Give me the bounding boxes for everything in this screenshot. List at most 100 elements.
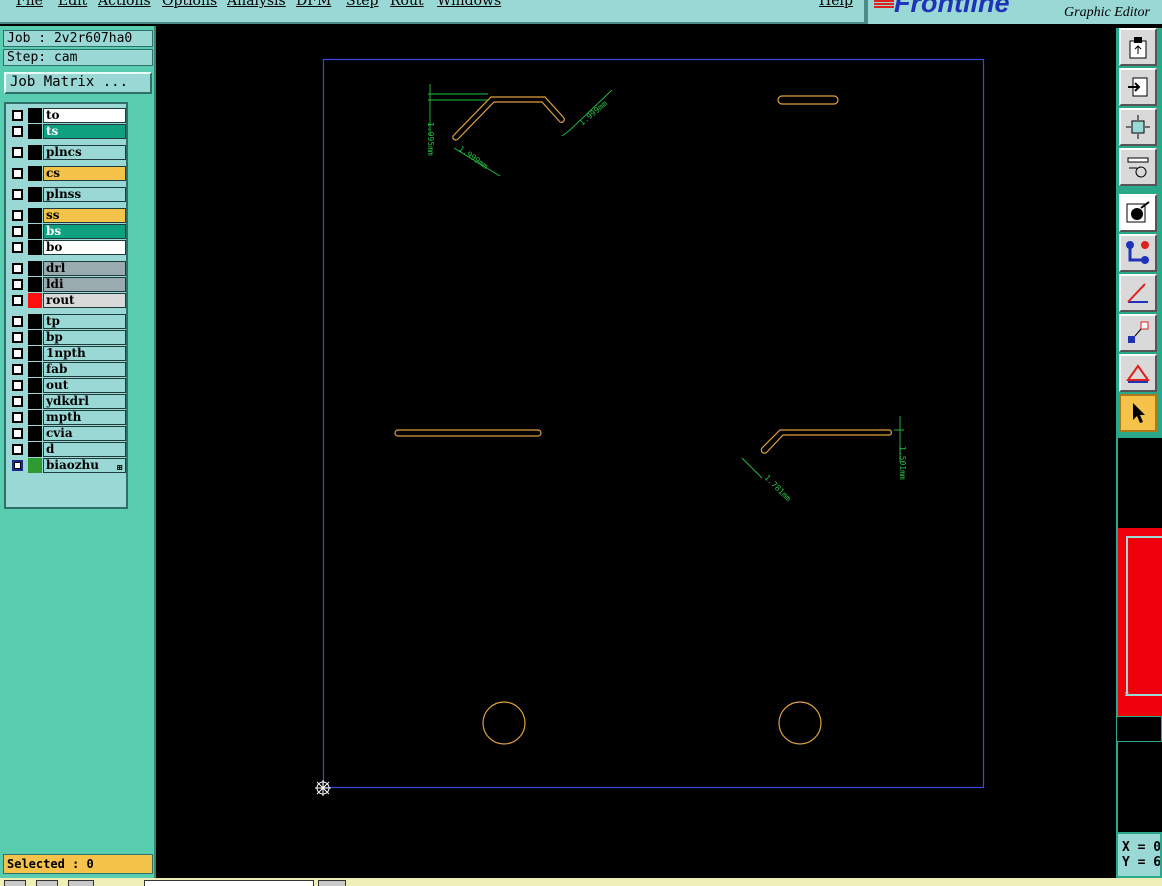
paste-tool-button[interactable] xyxy=(1119,28,1157,66)
select-mode-tool-button[interactable] xyxy=(1119,314,1157,352)
bottom-button-3[interactable] xyxy=(68,880,94,886)
layer-name[interactable]: to xyxy=(43,108,126,123)
layer-checkbox[interactable] xyxy=(12,460,23,471)
layer-row-1npth[interactable]: 1npth xyxy=(8,346,126,361)
bottom-button-1[interactable] xyxy=(4,880,26,886)
layer-name[interactable]: cvia xyxy=(43,426,126,441)
menu-windows[interactable]: Windows xyxy=(437,0,501,9)
layer-color-swatch[interactable] xyxy=(28,426,42,441)
layer-color-swatch[interactable] xyxy=(28,442,42,457)
layer-row-ss[interactable]: ss xyxy=(8,208,126,223)
layer-name[interactable]: biaozhu ⊞ xyxy=(43,458,126,473)
graphic-canvas[interactable]: 1.999mm 1.995mm 1.999mm 1.501mm 1.781mm xyxy=(158,26,1116,878)
layer-checkbox[interactable] xyxy=(12,332,23,343)
layer-name[interactable]: out xyxy=(43,378,126,393)
layer-checkbox[interactable] xyxy=(12,110,23,121)
layer-color-swatch[interactable] xyxy=(28,410,42,425)
angle-measure-tool-button[interactable] xyxy=(1119,274,1157,312)
layer-checkbox[interactable] xyxy=(12,279,23,290)
layer-checkbox[interactable] xyxy=(12,412,23,423)
layer-name[interactable]: ss xyxy=(43,208,126,223)
layer-name[interactable]: bp xyxy=(43,330,126,345)
layer-name[interactable]: plncs xyxy=(43,145,126,160)
job-matrix-button[interactable]: Job Matrix ... xyxy=(4,72,152,94)
layer-checkbox[interactable] xyxy=(12,348,23,359)
layer-row-d[interactable]: d xyxy=(8,442,126,457)
layer-checkbox[interactable] xyxy=(12,242,23,253)
layer-checkbox[interactable] xyxy=(12,147,23,158)
menu-file[interactable]: File xyxy=(16,0,43,9)
bottom-input[interactable] xyxy=(144,880,314,886)
layer-row-biaozhu[interactable]: biaozhu ⊞ xyxy=(8,458,126,473)
layer-row-to[interactable]: to xyxy=(8,108,126,123)
menu-help[interactable]: Help xyxy=(819,0,853,9)
layer-color-swatch[interactable] xyxy=(28,240,42,255)
layer-checkbox[interactable] xyxy=(12,126,23,137)
layer-checkbox[interactable] xyxy=(12,263,23,274)
layer-checkbox[interactable] xyxy=(12,380,23,391)
snap-tool-button[interactable] xyxy=(1119,194,1157,232)
layer-color-swatch[interactable] xyxy=(28,108,42,123)
layer-row-ldi[interactable]: ldi xyxy=(8,277,126,292)
layer-color-swatch[interactable] xyxy=(28,378,42,393)
menu-edit[interactable]: Edit xyxy=(58,0,87,9)
connect-tool-button[interactable] xyxy=(1119,234,1157,272)
layer-row-cs[interactable]: cs xyxy=(8,166,126,181)
layer-checkbox[interactable] xyxy=(12,295,23,306)
layer-row-ydkdrl[interactable]: ydkdrl xyxy=(8,394,126,409)
layer-checkbox[interactable] xyxy=(12,210,23,221)
layer-color-swatch[interactable] xyxy=(28,277,42,292)
layer-name[interactable]: plnss xyxy=(43,187,126,202)
layer-row-plnss[interactable]: plnss xyxy=(8,187,126,202)
layer-color-swatch[interactable] xyxy=(28,394,42,409)
layer-color-swatch[interactable] xyxy=(28,314,42,329)
layer-name[interactable]: ldi xyxy=(43,277,126,292)
layer-name[interactable]: d xyxy=(43,442,126,457)
menu-options[interactable]: Options xyxy=(162,0,217,9)
measure-tool-button[interactable] xyxy=(1119,148,1157,186)
layer-checkbox[interactable] xyxy=(12,396,23,407)
bottom-button-4[interactable] xyxy=(318,880,346,886)
pointer-tool-button[interactable] xyxy=(1119,394,1157,432)
layer-color-swatch[interactable] xyxy=(28,458,42,473)
layer-row-bp[interactable]: bp xyxy=(8,330,126,345)
layer-checkbox[interactable] xyxy=(12,444,23,455)
layer-color-swatch[interactable] xyxy=(28,261,42,276)
layer-name[interactable]: ts xyxy=(43,124,126,139)
layer-row-bs[interactable]: bs xyxy=(8,224,126,239)
menu-actions[interactable]: Actions xyxy=(98,0,151,9)
layer-name[interactable]: tp xyxy=(43,314,126,329)
menu-dfm[interactable]: DFM xyxy=(296,0,331,9)
layer-color-swatch[interactable] xyxy=(28,208,42,223)
layer-row-ts[interactable]: ts xyxy=(8,124,126,139)
layer-checkbox[interactable] xyxy=(12,428,23,439)
layer-checkbox[interactable] xyxy=(12,189,23,200)
layer-name[interactable]: bs xyxy=(43,224,126,239)
fit-screen-tool-button[interactable] xyxy=(1119,108,1157,146)
triangle-tool-button[interactable] xyxy=(1119,354,1157,392)
layer-row-mpth[interactable]: mpth xyxy=(8,410,126,425)
layer-color-swatch[interactable] xyxy=(28,187,42,202)
layer-color-swatch[interactable] xyxy=(28,124,42,139)
layer-color-swatch[interactable] xyxy=(28,293,42,308)
layer-color-swatch[interactable] xyxy=(28,166,42,181)
layer-row-cvia[interactable]: cvia xyxy=(8,426,126,441)
layer-checkbox[interactable] xyxy=(12,168,23,179)
layer-row-bo[interactable]: bo xyxy=(8,240,126,255)
layer-color-swatch[interactable] xyxy=(28,224,42,239)
layer-row-out[interactable]: out xyxy=(8,378,126,393)
menu-step[interactable]: Step xyxy=(346,0,378,9)
menu-rout[interactable]: Rout xyxy=(390,0,424,9)
layer-row-plncs[interactable]: plncs xyxy=(8,145,126,160)
layer-color-swatch[interactable] xyxy=(28,362,42,377)
layer-color-swatch[interactable] xyxy=(28,145,42,160)
layer-name[interactable]: mpth xyxy=(43,410,126,425)
layer-checkbox[interactable] xyxy=(12,364,23,375)
layer-row-tp[interactable]: tp xyxy=(8,314,126,329)
layer-color-swatch[interactable] xyxy=(28,330,42,345)
layer-name[interactable]: rout xyxy=(43,293,126,308)
layer-row-fab[interactable]: fab xyxy=(8,362,126,377)
layer-checkbox[interactable] xyxy=(12,316,23,327)
layer-name[interactable]: drl xyxy=(43,261,126,276)
layer-name[interactable]: 1npth xyxy=(43,346,126,361)
